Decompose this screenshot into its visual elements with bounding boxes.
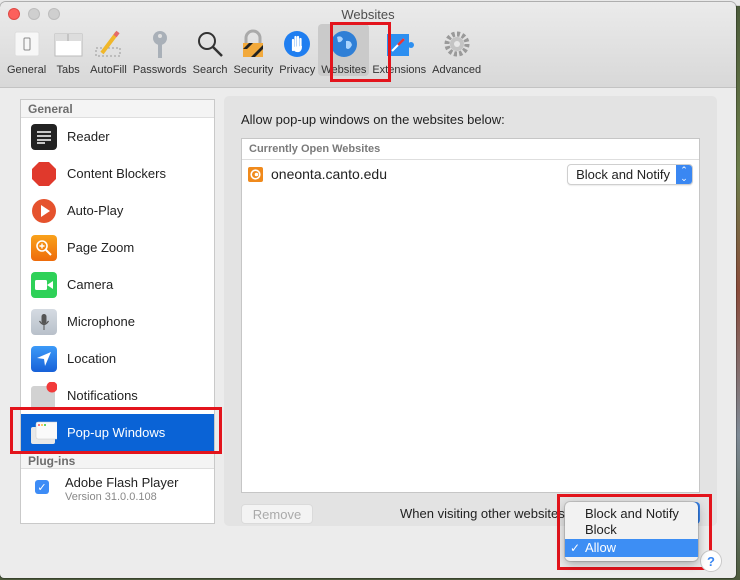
tab-security[interactable]: Security [230, 24, 276, 76]
preferences-toolbar: General Tabs AutoFill Passwords Search S… [4, 24, 484, 76]
globe-icon [328, 28, 360, 60]
tab-tabs[interactable]: Tabs [49, 24, 87, 76]
sidebar-item-auto-play[interactable]: Auto-Play [21, 192, 214, 229]
help-button[interactable]: ? [700, 550, 722, 572]
tab-label: Privacy [279, 64, 316, 76]
site-name: oneonta.canto.edu [271, 166, 387, 182]
lock-icon [237, 28, 269, 60]
tab-autofill[interactable]: AutoFill [87, 24, 130, 76]
stop-sign-icon [31, 161, 57, 187]
pencil-icon [92, 28, 124, 60]
popup-windows-icon [31, 420, 57, 446]
sidebar-item-label: Pop-up Windows [67, 425, 166, 440]
plugin-item-flash[interactable]: ✓ Adobe Flash Player Version 31.0.0.108 [21, 469, 214, 503]
tab-label: Tabs [56, 64, 80, 76]
sidebar-item-content-blockers[interactable]: Content Blockers [21, 155, 214, 192]
sidebar-item-reader[interactable]: Reader [21, 118, 214, 155]
magnifier-icon [194, 28, 226, 60]
sidebar-item-notifications[interactable]: Notifications [21, 377, 214, 414]
sidebar-item-label: Auto-Play [67, 203, 124, 218]
tab-general[interactable]: General [4, 24, 49, 76]
camera-icon [31, 271, 57, 298]
safari-preferences-window: Websites General Tabs AutoFill Passwords… [0, 2, 736, 578]
titlebar: Websites General Tabs AutoFill Passwords… [0, 2, 736, 88]
sidebar-item-label: Camera [67, 277, 114, 292]
plugin-name: Adobe Flash Player [65, 475, 179, 490]
sidebar-item-label: Microphone [67, 314, 135, 329]
tab-advanced[interactable]: Advanced [429, 24, 484, 76]
sidebar-item-label: Notifications [67, 388, 138, 403]
sidebar-item-label: Reader [67, 129, 110, 144]
tab-label: Extensions [372, 64, 427, 76]
window-title: Websites [341, 7, 395, 22]
tab-label: Advanced [432, 64, 482, 76]
microphone-icon [31, 308, 57, 335]
plugin-enabled-checkbox[interactable]: ✓ [35, 480, 49, 494]
list-heading: Currently Open Websites [242, 139, 699, 160]
panel-description: Allow pop-up windows on the websites bel… [241, 112, 505, 127]
key-icon [144, 28, 176, 60]
tab-extensions[interactable]: Extensions [369, 24, 429, 76]
zoom-icon [31, 234, 57, 261]
remove-button[interactable]: Remove [241, 504, 313, 524]
site-setting-popup[interactable]: Block and Notify ⌃ ⌄ [567, 163, 693, 185]
sidebar-item-label: Content Blockers [67, 166, 166, 181]
menu-item-allow[interactable]: ✓ Allow [565, 539, 698, 557]
tab-label: Search [192, 64, 228, 76]
reader-icon [31, 123, 57, 150]
plugin-version: Version 31.0.0.108 [65, 491, 157, 503]
tab-privacy[interactable]: Privacy [276, 24, 318, 76]
sidebar-item-location[interactable]: Location [21, 340, 214, 377]
sidebar-item-microphone[interactable]: Microphone [21, 303, 214, 340]
notifications-icon [31, 381, 57, 410]
menu-item-label: Allow [585, 540, 617, 555]
tab-label: General [7, 64, 47, 76]
other-websites-label: When visiting other websites: [400, 506, 569, 521]
sidebar-item-camera[interactable]: Camera [21, 266, 214, 303]
site-setting-value: Block and Notify [576, 166, 670, 182]
tab-search[interactable]: Search [190, 24, 231, 76]
sidebar-section-plugins: Plug-ins [21, 451, 214, 469]
sidebar-item-label: Location [67, 351, 117, 366]
menu-item-block[interactable]: Block [565, 522, 698, 538]
chevron-updown-icon: ⌃ ⌄ [676, 164, 692, 184]
checkmark-icon: ✓ [570, 541, 581, 555]
tab-label: Security [233, 64, 274, 76]
website-row[interactable]: oneonta.canto.edu Block and Notify ⌃ ⌄ [242, 160, 699, 188]
location-arrow-icon [31, 345, 57, 372]
popup-settings-panel: Allow pop-up windows on the websites bel… [224, 96, 717, 526]
tab-websites[interactable]: Websites [318, 24, 370, 76]
menu-item-block-and-notify[interactable]: Block and Notify [565, 506, 698, 522]
general-switch-icon [11, 28, 43, 60]
tab-label: Websites [321, 64, 367, 76]
sidebar-item-label: Page Zoom [67, 240, 135, 255]
sidebar-section-general: General [21, 100, 214, 118]
sidebar-item-page-zoom[interactable]: Page Zoom [21, 229, 214, 266]
tabs-icon [52, 28, 84, 60]
puzzle-compass-icon [383, 28, 415, 60]
gear-icon [441, 28, 473, 60]
hand-icon [281, 28, 313, 60]
site-favicon-icon [248, 166, 263, 182]
tab-label: Passwords [132, 64, 187, 76]
tab-passwords[interactable]: Passwords [130, 24, 190, 76]
websites-sidebar: General Reader Content Blockers Auto-Pla… [20, 99, 215, 524]
other-websites-menu: Block and Notify Block ✓ Allow [565, 502, 698, 561]
play-icon [31, 198, 57, 224]
sidebar-item-pop-up-windows[interactable]: Pop-up Windows [21, 414, 214, 451]
websites-list: Currently Open Websites oneonta.canto.ed… [241, 138, 700, 493]
tab-label: AutoFill [90, 64, 127, 76]
